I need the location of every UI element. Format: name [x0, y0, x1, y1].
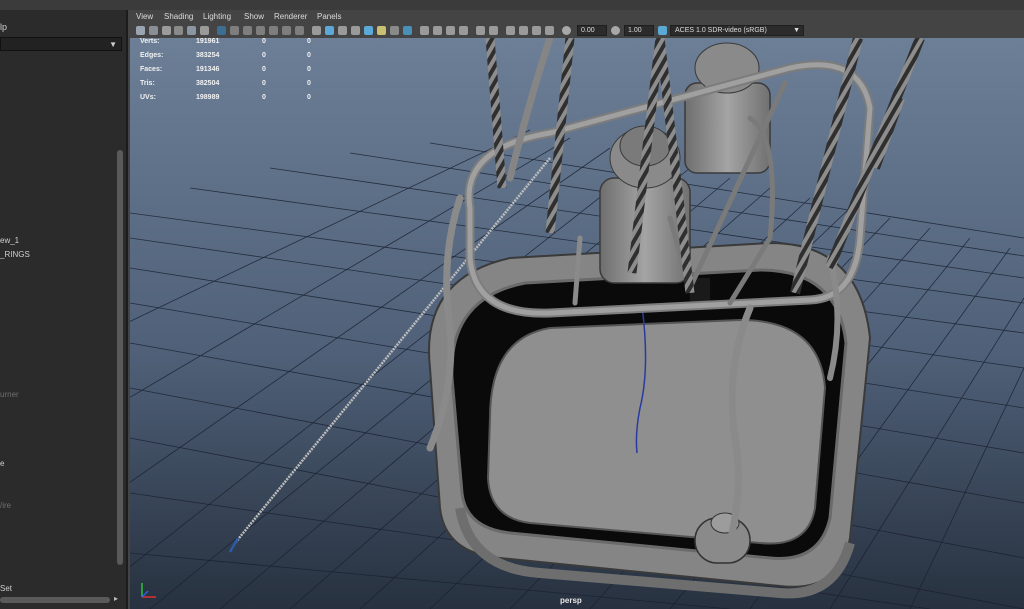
color-management-icon[interactable] — [658, 26, 667, 35]
outliner-filter-dropdown[interactable]: ▼ — [0, 37, 122, 51]
resolution-gate-icon[interactable] — [243, 26, 252, 35]
uv-icon[interactable] — [545, 26, 554, 35]
texture-icon[interactable] — [351, 26, 360, 35]
hud-icon[interactable] — [459, 26, 468, 35]
grease-pencil-icon[interactable] — [200, 26, 209, 35]
safe-title-icon[interactable] — [295, 26, 304, 35]
grid-icon[interactable] — [217, 26, 226, 35]
exposure-field[interactable]: 0.00 — [577, 25, 607, 36]
wireframe-on-shaded-icon[interactable] — [338, 26, 347, 35]
outliner-horizontal-scrollbar[interactable] — [0, 597, 110, 603]
gamma-field[interactable]: 1.00 — [624, 25, 654, 36]
outliner-item[interactable]: /ire — [0, 501, 11, 510]
scene-render — [130, 38, 1024, 609]
2d-pan-zoom-icon[interactable] — [187, 26, 196, 35]
menu-renderer[interactable]: Renderer — [274, 12, 307, 21]
basket-model — [428, 241, 872, 599]
image-plane-icon[interactable] — [174, 26, 183, 35]
film-gate-icon[interactable] — [230, 26, 239, 35]
exposure-icon[interactable] — [562, 26, 571, 35]
viewport-persp[interactable] — [130, 38, 1024, 609]
camera-name-label: persp — [560, 596, 582, 605]
outliner-item[interactable]: urner — [0, 390, 19, 399]
chevron-down-icon: ▼ — [109, 40, 117, 49]
select-camera-icon[interactable] — [476, 26, 485, 35]
outliner-item[interactable]: e — [0, 459, 4, 468]
motion-blur-icon[interactable] — [420, 26, 429, 35]
axis-gizmo-icon — [141, 583, 156, 598]
viewport-toolbar: 0.00 1.00 ACES 1.0 SDR-video (sRGB) ▼ — [130, 24, 1024, 38]
light-icon[interactable] — [377, 26, 386, 35]
outliner-item[interactable]: _RINGS — [0, 250, 30, 259]
isolate-icon[interactable] — [489, 26, 498, 35]
bounding-box-icon[interactable] — [519, 26, 528, 35]
shadow-icon[interactable] — [390, 26, 399, 35]
camera-attributes-icon[interactable] — [149, 26, 158, 35]
menu-view[interactable]: View — [136, 12, 153, 21]
menu-show[interactable]: Show — [244, 12, 264, 21]
outliner-item[interactable]: ew_1 — [0, 236, 19, 245]
outliner-item[interactable]: Set — [0, 584, 12, 593]
xray-icon[interactable] — [364, 26, 373, 35]
gamma-icon[interactable] — [611, 26, 620, 35]
depth-of-field-icon[interactable] — [446, 26, 455, 35]
shaded-icon[interactable] — [325, 26, 334, 35]
camera-icon[interactable] — [136, 26, 145, 35]
color-space-label: ACES 1.0 SDR-video (sRGB) — [675, 27, 767, 34]
outliner-top-strip — [0, 0, 128, 10]
smooth-icon[interactable] — [506, 26, 515, 35]
wireframe-icon[interactable] — [312, 26, 321, 35]
bookmark-icon[interactable] — [162, 26, 171, 35]
ambient-occlusion-icon[interactable] — [403, 26, 412, 35]
menu-lighting[interactable]: Lighting — [203, 12, 231, 21]
anti-aliasing-icon[interactable] — [433, 26, 442, 35]
backface-culling-icon[interactable] — [532, 26, 541, 35]
menu-shading[interactable]: Shading — [164, 12, 193, 21]
chevron-right-icon[interactable]: ▸ — [114, 594, 118, 603]
outliner-vertical-scrollbar[interactable] — [117, 150, 123, 565]
help-menu[interactable]: lp — [0, 22, 7, 32]
viewport-menu-bar: View Shading Lighting Show Renderer Pane… — [130, 10, 1024, 24]
color-space-dropdown[interactable]: ACES 1.0 SDR-video (sRGB) ▼ — [670, 25, 804, 36]
menu-panels[interactable]: Panels — [317, 12, 341, 21]
outliner-panel: lp ▼ ew_1 _RINGS urner e /ire Set ▸ — [0, 0, 128, 609]
safe-action-icon[interactable] — [282, 26, 291, 35]
field-chart-icon[interactable] — [269, 26, 278, 35]
top-strip — [128, 0, 1024, 10]
chevron-down-icon: ▼ — [793, 27, 800, 34]
gate-mask-icon[interactable] — [256, 26, 265, 35]
